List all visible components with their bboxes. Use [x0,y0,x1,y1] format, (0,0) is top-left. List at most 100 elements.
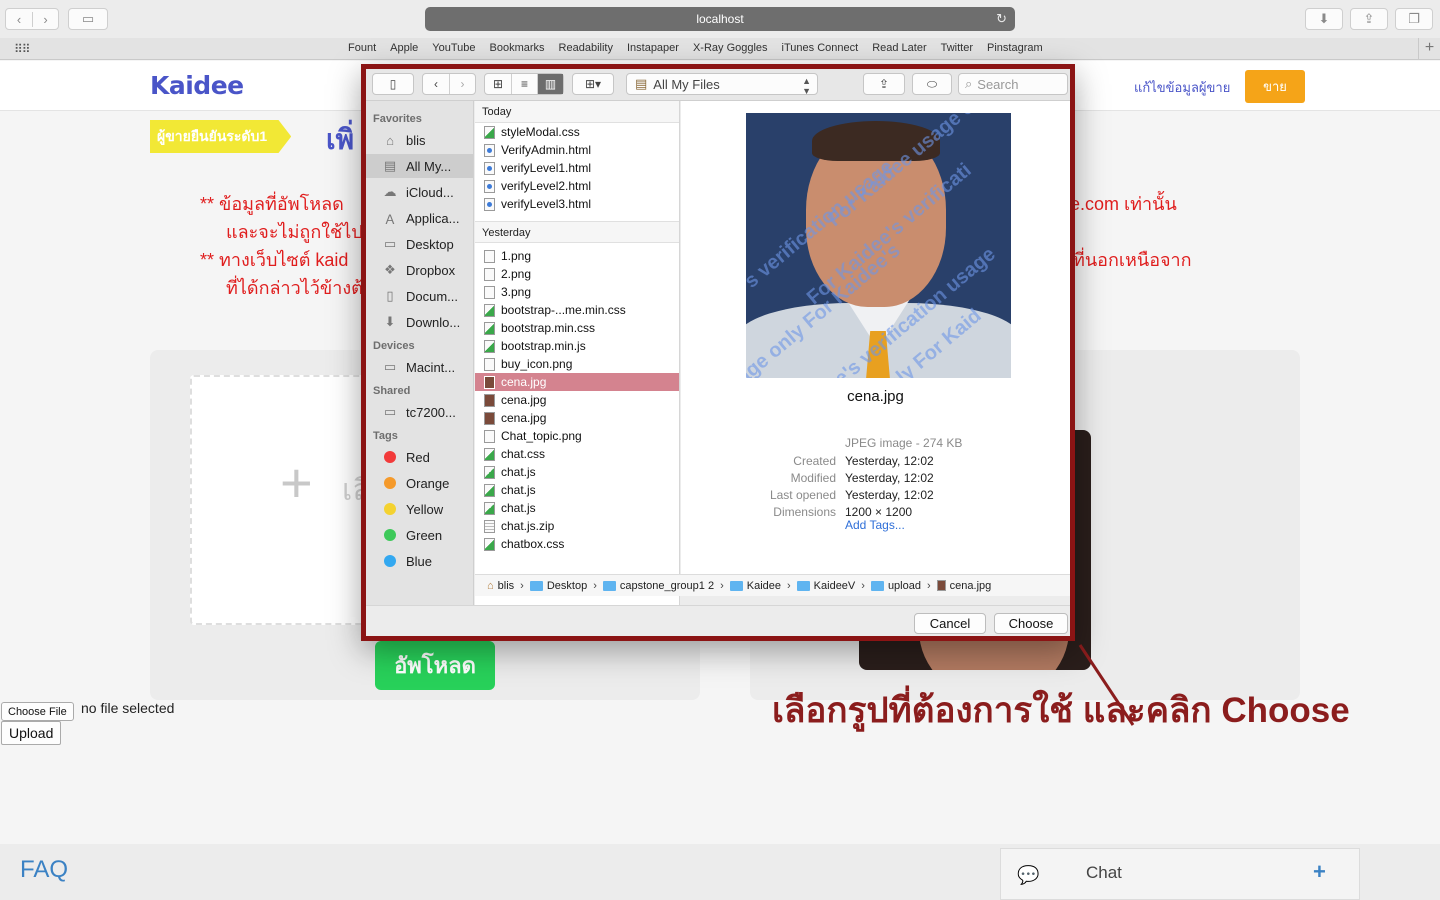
sidebar-item-label: All My... [406,158,452,174]
path-crumb-label: capstone_group1 2 [619,579,715,592]
file-row[interactable]: cena.jpg [475,373,679,391]
file-name: styleModal.css [501,125,580,139]
instruction-annotation: เลือกรูปที่ต้องการใช้ และคลิก Choose [772,691,1350,730]
forward-icon[interactable]: › [449,74,475,94]
file-name: 1.png [501,249,532,263]
sidebar-item[interactable]: ☁ iCloud... [366,180,473,204]
file-icon [484,125,495,139]
sidebar-item[interactable]: ⌂ blis [366,128,473,152]
file-icon [484,519,495,533]
back-icon[interactable]: ‹ [423,74,449,94]
file-icon [484,483,495,497]
file-row[interactable]: cena.jpg [475,409,679,427]
file-row[interactable]: chat.js.zip [475,517,679,535]
sidebar-item[interactable]: Ａ Applica... [366,206,473,230]
path-crumb[interactable]: ⌂ blis [487,580,514,592]
column-view-icon[interactable]: ▥ [537,74,563,94]
tag-item[interactable]: Red [366,445,473,469]
folder-icon [870,580,884,591]
meta-value: Yesterday, 12:02 [845,488,934,502]
all-files-icon: ▤ [635,76,648,91]
file-name: chatbox.css [501,537,565,551]
sidebar-item[interactable]: ▭ Macint... [366,355,473,379]
path-crumb[interactable]: KaideeV [796,580,855,592]
choose-button[interactable]: Choose [994,613,1068,634]
file-icon [484,501,495,515]
file-row[interactable]: styleModal.css [475,123,679,141]
file-row[interactable]: VerifyAdmin.html [475,141,679,159]
file-row[interactable]: verifyLevel1.html [475,159,679,177]
file-icon [484,447,495,461]
file-icon [484,429,495,443]
sidebar-item-label: Applica... [406,210,460,226]
devices-heading: Devices [373,340,415,352]
file-row[interactable]: 2.png [475,265,679,283]
file-name: buy_icon.png [501,357,573,371]
share-button[interactable]: ⇪ [863,73,905,95]
nav-buttons[interactable]: ‹ › [422,73,476,95]
path-crumb-label: cena.jpg [949,579,992,592]
sidebar-item[interactable]: ▭ Desktop [366,232,473,256]
list-view-icon[interactable]: ≡ [511,74,537,94]
network-icon: ▭ [383,404,397,419]
sidebar-item[interactable]: ⬇ Downlo... [366,310,473,334]
icon-view-icon[interactable]: ⊞ [485,74,511,94]
file-row[interactable]: chat.js [475,499,679,517]
share-icon: ⇪ [878,77,890,91]
sidebar-item[interactable]: ❖ Dropbox [366,258,473,282]
sidebar-item[interactable]: ▭ tc7200... [366,400,473,424]
sidebar-item[interactable]: ▯ Docum... [366,284,473,308]
meta-value: 1200 × 1200 [845,505,913,519]
location-select[interactable]: ▤ All My Files ▲ ▼ [626,73,818,96]
preview-image: For Kaidee usage onlys verification usag… [746,113,1011,378]
yesterday-heading: Yesterday [475,221,679,243]
tag-item[interactable]: Blue [366,549,473,573]
preview-filename: cena.jpg [847,388,904,405]
file-row[interactable]: 3.png [475,283,679,301]
file-row[interactable]: Chat_topic.png [475,427,679,445]
file-row[interactable]: 1.png [475,247,679,265]
search-field[interactable]: ⌕ Search [958,73,1068,95]
file-icon [484,357,495,371]
file-row[interactable]: chat.js [475,463,679,481]
file-name: chat.js [501,483,536,497]
file-name: verifyLevel3.html [501,197,592,211]
cancel-button[interactable]: Cancel [914,613,986,634]
shared-heading: Shared [373,385,411,397]
file-row[interactable]: verifyLevel3.html [475,195,679,213]
path-crumb[interactable]: Desktop [529,580,587,592]
meta-value: Yesterday, 12:02 [845,471,934,485]
file-icon [484,375,495,389]
add-tags-link[interactable]: Add Tags... [845,518,905,532]
tag-item[interactable]: Green [366,523,473,547]
sidebar-item[interactable]: ▤ All My... [366,154,473,178]
file-row[interactable]: verifyLevel2.html [475,177,679,195]
tag-item[interactable]: Yellow [366,497,473,521]
view-mode-buttons[interactable]: ⊞ ≡ ▥ [484,73,564,95]
path-crumb[interactable]: cena.jpg [936,579,992,592]
toggle-sidebar-button[interactable]: ▯ [372,73,414,95]
tag-icon: ⬭ [926,76,938,91]
file-row[interactable]: chatbox.css [475,535,679,553]
file-row[interactable]: bootstrap-...me.min.css [475,301,679,319]
meta-key: Last opened [769,488,836,502]
file-row[interactable]: chat.js [475,481,679,499]
path-crumb[interactable]: upload [870,580,921,592]
file-icon [484,267,495,281]
file-row[interactable]: cena.jpg [475,391,679,409]
dialog-toolbar: ▯ ‹ › ⊞ ≡ ▥ ⊞▾ ▤ All My Files ▲ ▼ ⇪ ⬭ ⌕ Sear… [366,69,1070,101]
file-row[interactable]: bootstrap.min.js [475,337,679,355]
arrange-button[interactable]: ⊞▾ [572,73,614,95]
tag-button[interactable]: ⬭ [912,73,952,95]
file-row[interactable]: chat.css [475,445,679,463]
path-crumb[interactable]: capstone_group1 2 [602,579,715,592]
tag-label: Red [406,449,430,465]
home-icon: ⌂ [487,579,494,592]
tag-item[interactable]: Orange [366,471,473,495]
path-crumb[interactable]: Kaidee [729,580,781,592]
sidebar-item-label: blis [406,132,426,148]
arrange-icon: ⊞▾ [584,77,602,91]
file-row[interactable]: buy_icon.png [475,355,679,373]
file-icon [484,393,495,407]
file-row[interactable]: bootstrap.min.css [475,319,679,337]
